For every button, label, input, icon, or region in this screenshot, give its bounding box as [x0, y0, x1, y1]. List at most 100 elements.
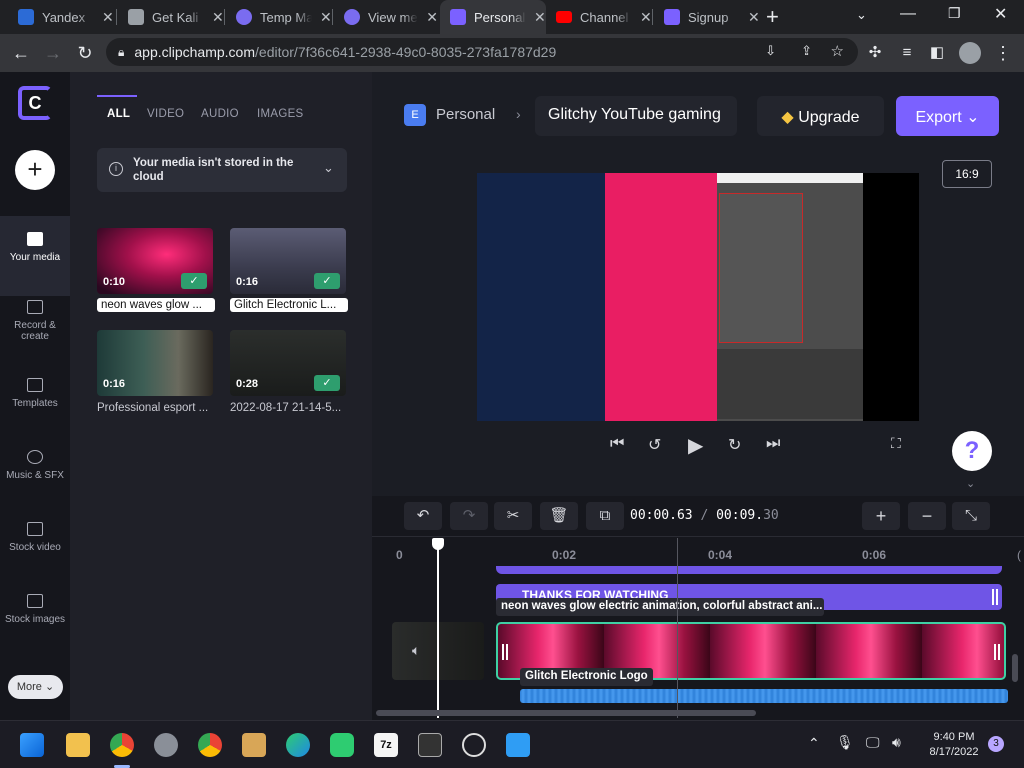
media-thumbnail-recording[interactable]: 0:28 ✓ — [230, 330, 346, 396]
extensions-icon[interactable]: ✣ — [864, 42, 886, 64]
file-explorer-icon[interactable] — [66, 733, 90, 757]
windows-start-icon[interactable] — [20, 733, 44, 757]
workspace-avatar[interactable]: E — [404, 104, 426, 126]
media-caption[interactable]: Professional esport ... — [97, 402, 215, 414]
delete-trash-icon[interactable]: 🗑︎ — [540, 502, 578, 530]
browser-tab-yandex[interactable]: Yandex ✕ — [8, 0, 114, 34]
tray-chevron-up-icon[interactable]: ⌃ — [808, 735, 820, 752]
rail-item-stock-video[interactable]: Stock video — [0, 522, 70, 553]
notification-badge[interactable]: 3 — [988, 736, 1004, 752]
archive-app-icon[interactable] — [242, 733, 266, 757]
url-bar[interactable]: 🔒︎ app.clipchamp.com/editor/7f36c641-293… — [106, 38, 858, 66]
chrome-profile-icon[interactable] — [198, 733, 222, 757]
edge-icon[interactable] — [286, 733, 310, 757]
export-button[interactable]: Export ⌄ — [896, 96, 999, 136]
close-window-icon[interactable]: ✕ — [994, 4, 1007, 24]
trim-handle-icon[interactable] — [502, 644, 508, 660]
reload-icon[interactable]: ↻ — [74, 42, 96, 64]
terminal-icon[interactable] — [418, 733, 442, 757]
rail-item-music-sfx[interactable]: Music & SFX — [0, 450, 70, 481]
duplicate-icon[interactable]: ⧉ — [586, 502, 624, 530]
media-control-icon[interactable]: ≡ — [896, 42, 918, 64]
close-tab-icon[interactable]: ✕ — [426, 9, 438, 26]
rail-item-stock-images[interactable]: Stock images — [0, 594, 70, 625]
playhead[interactable] — [437, 538, 439, 718]
media-thumbnail-esport[interactable]: 0:16 — [97, 330, 213, 396]
fit-timeline-icon[interactable]: ⤡ — [952, 502, 990, 530]
rail-item-your-media[interactable]: Your media — [0, 232, 70, 263]
close-tab-icon[interactable]: ✕ — [320, 9, 332, 26]
storage-notice[interactable]: i Your media isn't stored in the cloud ⌄ — [97, 148, 347, 192]
playhead-handle[interactable] — [432, 538, 444, 550]
tab-search-icon[interactable]: ⌄ — [856, 7, 867, 23]
clipchamp-logo[interactable]: C — [18, 86, 52, 120]
media-caption[interactable]: Glitch Electronic L... — [230, 298, 348, 312]
help-button[interactable]: ? — [952, 431, 992, 471]
add-media-button[interactable]: + — [15, 150, 55, 190]
skip-forward-icon[interactable]: ⏭ — [766, 435, 780, 453]
browser-tab-kali[interactable]: Get Kali ✕ — [118, 0, 224, 34]
zoom-in-icon[interactable]: + — [862, 502, 900, 530]
trim-handle-icon[interactable] — [992, 589, 998, 605]
microphone-icon[interactable]: 🎙︎ — [836, 734, 854, 751]
overlay-track-clip[interactable] — [496, 566, 1002, 574]
tab-images[interactable]: IMAGES — [257, 108, 304, 120]
tab-audio[interactable]: AUDIO — [201, 108, 239, 120]
settings-gear-icon[interactable] — [154, 733, 178, 757]
upgrade-button[interactable]: ◆ Upgrade — [757, 96, 884, 136]
skip-back-icon[interactable]: ⏮ — [610, 435, 624, 453]
rail-item-templates[interactable]: Templates — [0, 378, 70, 409]
tab-all[interactable]: ALL — [107, 108, 130, 120]
network-icon[interactable]: 🖵︎ — [866, 734, 880, 751]
browser-menu-icon[interactable]: ⋮ — [992, 42, 1014, 64]
fullscreen-icon[interactable]: ⛶ — [891, 435, 901, 452]
speaker-icon[interactable]: 🔈︎ — [412, 642, 420, 659]
forward-5-icon[interactable]: ↻ — [728, 435, 741, 455]
close-tab-icon[interactable]: ✕ — [212, 9, 224, 26]
workspace-name[interactable]: Personal — [436, 106, 495, 123]
share-icon[interactable]: ⇪ — [801, 43, 812, 59]
trim-handle-icon[interactable] — [994, 644, 1000, 660]
clock[interactable]: 9:40 PM 8/17/2022 — [926, 730, 982, 760]
media-caption[interactable]: 2022-08-17 21-14-5... — [230, 402, 348, 414]
play-icon[interactable]: ▶ — [688, 433, 703, 458]
undo-button[interactable]: ↶ — [404, 502, 442, 530]
minimize-icon[interactable]: — — [900, 5, 916, 23]
close-tab-icon[interactable]: ✕ — [748, 9, 760, 26]
browser-tab-view-message[interactable]: View message ✕ — [334, 0, 438, 34]
browser-tab-signup[interactable]: Signup ✕ — [654, 0, 760, 34]
obs-icon[interactable] — [462, 733, 486, 757]
chevron-down-icon[interactable]: ⌄ — [966, 477, 975, 490]
media-thumbnail-neon-waves[interactable]: 0:10 ✓ — [97, 228, 213, 294]
close-tab-icon[interactable]: ✕ — [534, 9, 546, 26]
restore-icon[interactable]: ❐ — [948, 5, 961, 22]
7zip-icon[interactable]: 7z — [374, 733, 398, 757]
side-panel-icon[interactable]: ◧ — [926, 42, 948, 64]
tab-video[interactable]: VIDEO — [147, 108, 184, 120]
vertical-scrollbar[interactable] — [1012, 654, 1018, 682]
close-tab-icon[interactable]: ✕ — [640, 9, 652, 26]
media-thumbnail-glitch-logo[interactable]: 0:16 ✓ — [230, 228, 346, 294]
rewind-5-icon[interactable]: ↺ — [648, 435, 661, 455]
bookmark-star-icon[interactable]: ☆ — [831, 42, 844, 60]
install-icon[interactable]: ⇩ — [765, 43, 776, 59]
profile-avatar[interactable] — [959, 42, 981, 64]
music-app-icon[interactable] — [330, 733, 354, 757]
zoom-out-icon[interactable]: − — [908, 502, 946, 530]
browser-tab-channel[interactable]: Channel ✕ — [546, 0, 652, 34]
split-scissors-icon[interactable]: ✂ — [494, 502, 532, 530]
rail-item-record-create[interactable]: Record & create — [0, 300, 70, 342]
chrome-icon[interactable] — [110, 733, 134, 757]
notepad-icon[interactable] — [506, 733, 530, 757]
redo-button[interactable]: ↷ — [450, 502, 488, 530]
back-icon[interactable]: ← — [10, 42, 32, 64]
more-button[interactable]: More ⌄ — [8, 675, 63, 699]
volume-icon[interactable]: 🔊︎ — [892, 734, 901, 751]
browser-tab-personal[interactable]: Personal ✕ — [440, 0, 546, 34]
browser-tab-temp-mail[interactable]: Temp Mail ✕ — [226, 0, 332, 34]
project-title-input[interactable]: Glitchy YouTube gaming — [535, 96, 737, 136]
aspect-ratio-button[interactable]: 16:9 — [942, 160, 992, 188]
close-tab-icon[interactable]: ✕ — [102, 9, 114, 26]
media-caption[interactable]: neon waves glow ... — [97, 298, 215, 312]
forward-icon[interactable]: → — [42, 42, 64, 64]
